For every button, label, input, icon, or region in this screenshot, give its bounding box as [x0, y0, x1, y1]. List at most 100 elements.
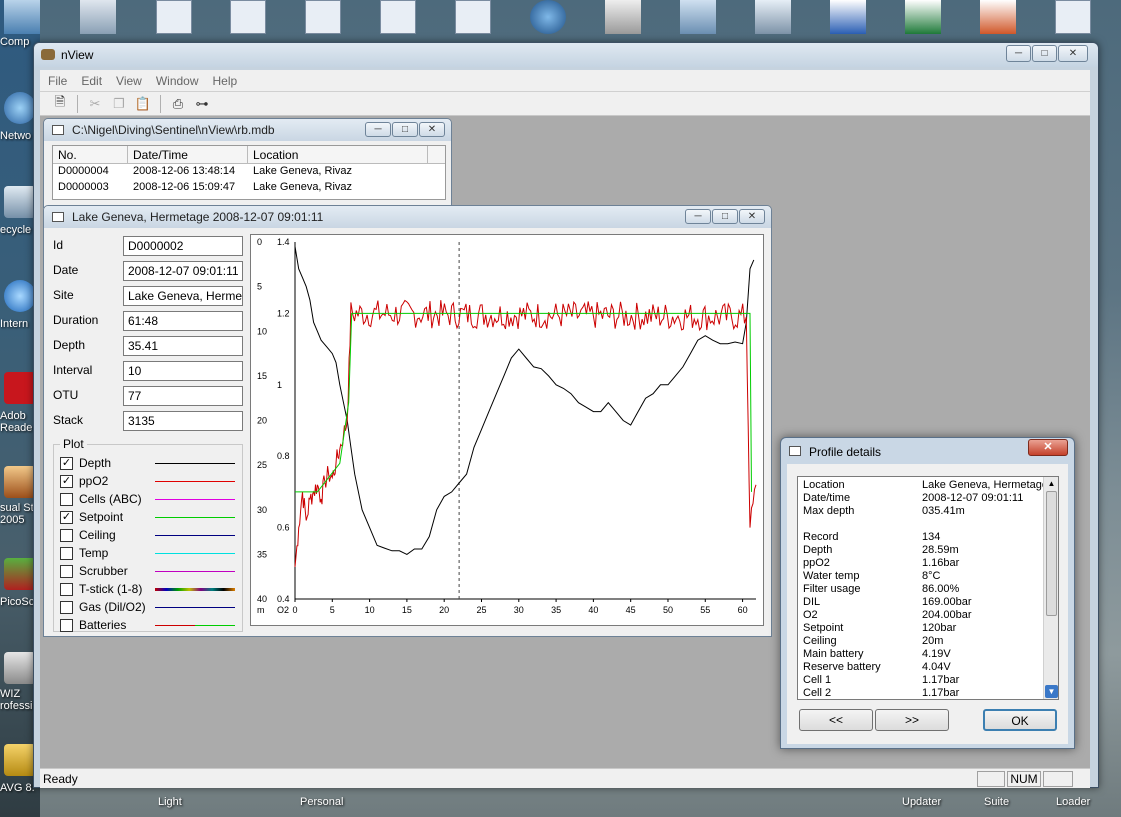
visual-studio-icon[interactable]: [4, 466, 36, 498]
picoscope-icon[interactable]: [4, 558, 36, 590]
desktop-icon-cncedit-6[interactable]: [1055, 0, 1091, 34]
depth-field[interactable]: 35.41: [123, 336, 243, 356]
checkbox-unchecked[interactable]: [60, 546, 73, 560]
maximize-button[interactable]: □: [712, 209, 738, 224]
desktop-icon-control-panel[interactable]: [680, 0, 716, 34]
desktop-icon-computer[interactable]: [4, 0, 40, 34]
plot-item[interactable]: Cells (ABC): [60, 491, 240, 507]
table-row[interactable]: D0000004 2008-12-06 13:48:14 Lake Geneva…: [53, 164, 445, 180]
desktop-icon-excel[interactable]: [905, 0, 941, 34]
desktop-icon-device-manager[interactable]: [605, 0, 641, 34]
main-title-bar[interactable]: nView ─ □ ✕: [34, 43, 1098, 67]
desktop-icon-shortcut[interactable]: [80, 0, 116, 34]
stack-field[interactable]: 3135: [123, 411, 243, 431]
network-icon[interactable]: [4, 92, 36, 124]
close-button[interactable]: ✕: [419, 122, 445, 137]
minimize-button[interactable]: ─: [365, 122, 391, 137]
desktop-icon-google-earth[interactable]: [530, 0, 566, 34]
checkbox-unchecked[interactable]: [60, 528, 73, 542]
desktop-icon-cncedit-4[interactable]: [380, 0, 416, 34]
copy-icon[interactable]: ❐: [109, 95, 129, 113]
column-header-datetime[interactable]: Date/Time: [128, 146, 248, 163]
desktop-icon-cncedit-3[interactable]: [305, 0, 341, 34]
new-document-icon[interactable]: 🗎: [50, 94, 70, 113]
minimize-button[interactable]: ─: [685, 209, 711, 224]
date-field[interactable]: 2008-12-07 09:01:11: [123, 261, 243, 281]
wiz-icon[interactable]: [4, 652, 36, 684]
adobe-reader-icon[interactable]: [4, 372, 36, 404]
close-button[interactable]: ✕: [1058, 45, 1088, 62]
column-header-location[interactable]: Location: [248, 146, 428, 163]
duration-field[interactable]: 61:48: [123, 311, 243, 331]
ppo2-tick-label: 1.2: [277, 308, 290, 318]
checkbox-checked[interactable]: ✓: [60, 510, 73, 524]
recycle-bin-icon[interactable]: [4, 186, 36, 218]
database-window-title-bar[interactable]: C:\Nigel\Diving\Sentinel\nView\rb.mdb ─ …: [44, 119, 451, 141]
menu-window[interactable]: Window: [156, 74, 199, 88]
next-button[interactable]: >>: [875, 709, 949, 731]
dive-list[interactable]: No. Date/Time Location D0000004 2008-12-…: [52, 145, 446, 200]
date-label: Date: [53, 263, 79, 277]
profile-details-list[interactable]: Location Lake Geneva, Hermetage Date/time 2…: [797, 476, 1059, 700]
desktop-label: AVG 8.: [0, 782, 35, 794]
checkbox-unchecked[interactable]: [60, 618, 73, 632]
menu-view[interactable]: View: [116, 74, 142, 88]
plot-item[interactable]: T-stick (1-8): [60, 581, 240, 597]
maximize-button[interactable]: □: [392, 122, 418, 137]
scroll-thumb[interactable]: [1046, 491, 1057, 616]
menu-file[interactable]: File: [48, 74, 67, 88]
previous-button[interactable]: <<: [799, 709, 873, 731]
depth-axis-unit: m: [257, 605, 265, 615]
vertical-scrollbar[interactable]: ▲ ▼: [1043, 477, 1058, 699]
id-label: Id: [53, 238, 64, 252]
avg-icon[interactable]: [4, 744, 36, 776]
table-row[interactable]: D0000003 2008-12-06 15:09:47 Lake Geneva…: [53, 180, 445, 196]
otu-field[interactable]: 77: [123, 386, 243, 406]
id-field[interactable]: D0000002: [123, 236, 243, 256]
checkbox-checked[interactable]: ✓: [60, 474, 73, 488]
menu-help[interactable]: Help: [213, 74, 238, 88]
desktop-label: Netwo: [0, 130, 32, 142]
plot-item[interactable]: Batteries: [60, 617, 240, 633]
maximize-button[interactable]: □: [1032, 45, 1057, 62]
interval-field[interactable]: 10: [123, 361, 243, 381]
ok-button[interactable]: OK: [983, 709, 1057, 731]
plot-item[interactable]: ✓ Depth: [60, 455, 240, 471]
internet-explorer-icon[interactable]: [4, 280, 36, 312]
dive-window-title-bar[interactable]: Lake Geneva, Hermetage 2008-12-07 09:01:…: [44, 206, 771, 228]
plot-item[interactable]: ✓ Setpoint: [60, 509, 240, 525]
scroll-up-icon[interactable]: ▲: [1045, 477, 1058, 490]
desktop-icon-cncedit-5[interactable]: [455, 0, 491, 34]
dive-profile-chart[interactable]: 0 5 10 15 20 25 30 35 40 0.4 0.6 0.8 1 1.2 1.4 0 5 10 15 20…: [250, 234, 764, 626]
checkbox-unchecked[interactable]: [60, 492, 73, 506]
checkbox-unchecked[interactable]: [60, 564, 73, 578]
menu-edit[interactable]: Edit: [81, 74, 102, 88]
plot-item[interactable]: Temp: [60, 545, 240, 561]
print-icon[interactable]: ⎙: [168, 95, 188, 113]
plot-item[interactable]: Gas (Dil/O2): [60, 599, 240, 615]
desktop-icon-cncedit-1[interactable]: [156, 0, 192, 34]
cut-icon[interactable]: ✂: [85, 95, 105, 113]
dialog-close-button[interactable]: ✕: [1028, 439, 1068, 456]
desktop-icon-word[interactable]: [830, 0, 866, 34]
x-tick-label: 35: [551, 605, 561, 615]
paste-icon[interactable]: 📋: [133, 95, 153, 113]
checkbox-checked[interactable]: ✓: [60, 456, 73, 470]
plot-item[interactable]: Scrubber: [60, 563, 240, 579]
close-button[interactable]: ✕: [739, 209, 765, 224]
scroll-down-icon[interactable]: ▼: [1045, 685, 1058, 698]
plot-item[interactable]: Ceiling: [60, 527, 240, 543]
x-tick-label: 40: [588, 605, 598, 615]
desktop-icon-powerpoint[interactable]: [980, 0, 1016, 34]
column-header-no[interactable]: No.: [53, 146, 128, 163]
x-tick-label: 10: [365, 605, 375, 615]
minimize-button[interactable]: ─: [1006, 45, 1031, 62]
checkbox-unchecked[interactable]: [60, 582, 73, 596]
connect-icon[interactable]: ⊶: [192, 95, 212, 113]
checkbox-unchecked[interactable]: [60, 600, 73, 614]
desktop-icon-services[interactable]: [755, 0, 791, 34]
desktop-icon-cncedit-2[interactable]: [230, 0, 266, 34]
site-field[interactable]: Lake Geneva, Hermet: [123, 286, 243, 306]
plot-item[interactable]: ✓ ppO2: [60, 473, 240, 489]
window-icon: [52, 212, 64, 222]
